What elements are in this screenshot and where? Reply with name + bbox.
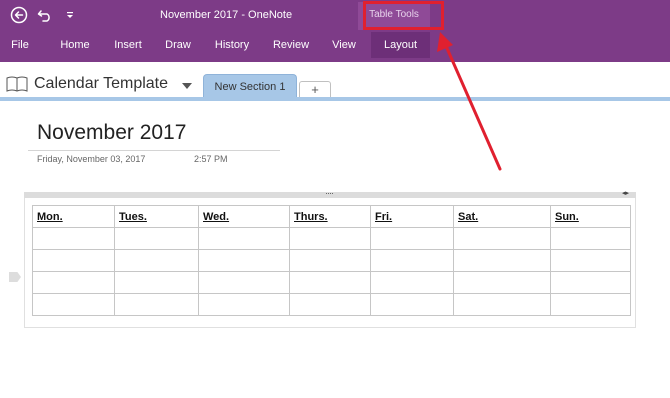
table-cell[interactable] [198,249,290,272]
calendar-table-body [32,227,631,316]
window-title: November 2017 - OneNote [160,9,293,21]
section-tab-new-section-1[interactable]: New Section 1 [203,74,297,99]
table-cell[interactable] [370,293,454,316]
page-title[interactable]: November 2017 [37,121,186,145]
table-cell[interactable] [198,271,290,294]
table-row [32,293,631,316]
add-section-button[interactable]: + [299,81,331,98]
table-cell[interactable] [32,271,115,294]
table-cell[interactable] [453,227,551,250]
tab-review[interactable]: Review [271,32,311,58]
notebook-dropdown-icon[interactable] [182,83,192,89]
tab-insert[interactable]: Insert [111,32,145,58]
tab-file[interactable]: File [6,32,34,58]
table-cell[interactable] [114,271,199,294]
table-cell[interactable] [453,271,551,294]
table-cell[interactable] [114,249,199,272]
table-header-row: Mon. Tues. Wed. Thurs. Fri. Sat. Sun. [32,205,631,228]
header-cell-wed[interactable]: Wed. [198,205,290,228]
header-cell-sat[interactable]: Sat. [453,205,551,228]
title-divider [28,150,280,151]
tab-home[interactable]: Home [56,32,94,58]
highlight-callout-box [363,1,444,30]
header-cell-tues[interactable]: Tues. [114,205,199,228]
table-cell[interactable] [198,293,290,316]
notebook-name[interactable]: Calendar Template [34,75,168,93]
table-cell[interactable] [32,293,115,316]
table-row [32,271,631,294]
calendar-table: Mon. Tues. Wed. Thurs. Fri. Sat. Sun. [32,205,631,316]
paragraph-handle-icon[interactable] [9,272,21,282]
drag-dots-icon[interactable]: ···· [322,189,336,198]
table-cell[interactable] [32,227,115,250]
tab-draw[interactable]: Draw [162,32,194,58]
table-cell[interactable] [198,227,290,250]
tab-view[interactable]: View [328,32,360,58]
table-cell[interactable] [370,227,454,250]
header-cell-mon[interactable]: Mon. [32,205,115,228]
table-cell[interactable] [453,293,551,316]
table-cell[interactable] [289,227,371,250]
section-color-rule [0,97,670,101]
container-resize-icon[interactable]: ◂▸ [622,190,629,198]
header-cell-sun[interactable]: Sun. [550,205,631,228]
table-cell[interactable] [114,227,199,250]
table-cell[interactable] [370,271,454,294]
table-row [32,227,631,250]
callout-arrow [437,32,502,171]
page-date: Friday, November 03, 2017 [37,154,146,164]
table-cell[interactable] [550,293,631,316]
table-cell[interactable] [453,249,551,272]
table-cell[interactable] [289,249,371,272]
back-button[interactable] [9,5,29,25]
undo-button[interactable] [35,5,55,25]
table-cell[interactable] [32,249,115,272]
notebook-icon [6,76,28,92]
header-cell-thurs[interactable]: Thurs. [289,205,371,228]
tab-layout[interactable]: Layout [371,32,430,58]
table-cell[interactable] [550,227,631,250]
table-cell[interactable] [289,293,371,316]
customize-toolbar-icon [67,12,73,18]
customize-toolbar-button[interactable] [60,5,80,25]
tab-history[interactable]: History [211,32,253,58]
page-time: 2:57 PM [194,154,228,164]
table-cell[interactable] [114,293,199,316]
undo-icon [37,10,50,22]
table-cell[interactable] [550,271,631,294]
back-arrow-circle-icon [10,6,28,24]
header-cell-fri[interactable]: Fri. [370,205,454,228]
table-cell[interactable] [289,271,371,294]
table-row [32,249,631,272]
table-cell[interactable] [370,249,454,272]
table-cell[interactable] [550,249,631,272]
